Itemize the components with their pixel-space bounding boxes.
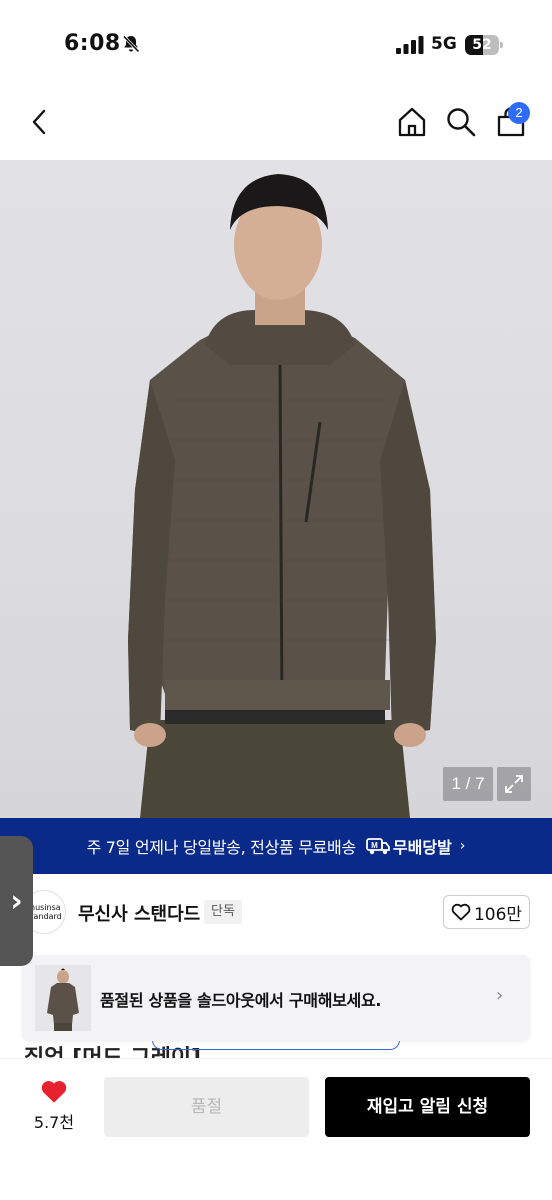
battery-icon: 52 (465, 35, 503, 55)
promo-chevron-icon: › (459, 838, 466, 854)
brand-like-count: 106만 (473, 904, 523, 925)
brand-name[interactable]: 무신사 스탠다드 (78, 900, 200, 926)
bell-slash-icon (122, 35, 140, 53)
toast-message: 품절된 상품을 솔드아웃에서 구매해보세요. (100, 991, 382, 1010)
battery-level: 52 (472, 37, 492, 53)
brand-like-button[interactable]: 106만 (443, 895, 530, 929)
bottom-action-bar: 5.7천 품절 재입고 알림 신청 (0, 1058, 552, 1200)
wish-button[interactable]: 5.7천 (26, 1079, 82, 1139)
side-drawer-tab[interactable]: › (0, 836, 33, 966)
exclusive-badge: 단독 (204, 900, 242, 924)
product-photo-illustration (128, 174, 436, 818)
soldout-toast[interactable]: 품절된 상품을 솔드아웃에서 구매해보세요. › (22, 955, 530, 1041)
toast-chevron-icon: › (496, 985, 504, 1006)
promo-text: 주 7일 언제나 당일발송, 전상품 무료배송 (86, 838, 357, 857)
top-nav (0, 90, 552, 160)
expand-icon (505, 775, 523, 793)
heart-filled-icon (41, 1081, 67, 1103)
status-bar: 6:08 5G 52 (0, 0, 552, 90)
image-counter: 1 / 7 (443, 767, 493, 801)
free-delivery-label: 무배당발 (392, 838, 452, 857)
search-icon (447, 108, 476, 137)
home-button[interactable] (392, 102, 432, 142)
promo-banner[interactable]: 주 7일 언제나 당일발송, 전상품 무료배송 M 무배당발 › (0, 818, 552, 874)
truck-icon: M (366, 838, 390, 855)
toast-product-thumbnail (35, 965, 91, 1031)
toast-highlight (152, 1040, 400, 1050)
cart-count-badge: 2 (508, 102, 530, 124)
soldout-button: 품절 (104, 1077, 309, 1137)
search-button[interactable] (441, 102, 481, 142)
svg-text:M: M (371, 841, 378, 850)
side-tab-chevron-icon: › (10, 883, 23, 919)
wish-count: 5.7천 (33, 1113, 75, 1132)
free-delivery-logo: M 무배당발 (366, 834, 452, 858)
back-button[interactable] (20, 102, 60, 142)
restock-alert-button[interactable]: 재입고 알림 신청 (325, 1077, 530, 1137)
status-time: 6:08 (64, 31, 121, 56)
heart-outline-icon (451, 903, 471, 921)
signal-icon (396, 36, 424, 54)
product-image[interactable] (0, 160, 552, 818)
network-label: 5G (431, 34, 457, 54)
home-icon (398, 107, 426, 137)
back-chevron-icon (32, 109, 46, 135)
expand-image-button[interactable] (497, 767, 531, 801)
